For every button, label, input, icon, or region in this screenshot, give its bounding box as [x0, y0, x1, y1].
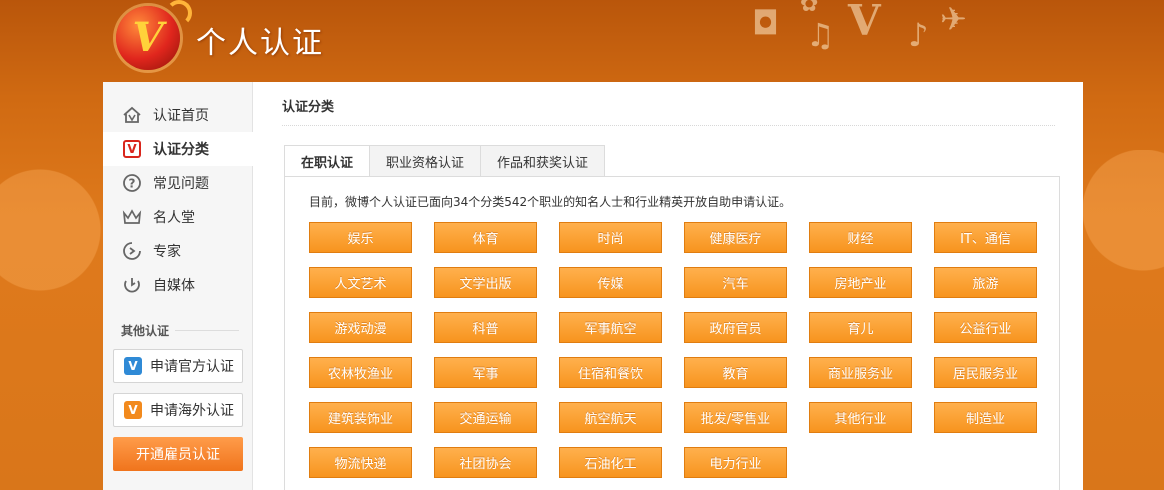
background-cloud-left — [0, 150, 103, 490]
category-button[interactable]: 传媒 — [559, 267, 662, 298]
sidebar-item-self-media[interactable]: 自媒体 — [103, 268, 252, 302]
category-button[interactable]: 社团协会 — [434, 447, 537, 478]
tab-employment[interactable]: 在职认证 — [284, 145, 371, 177]
apply-overseas-label: 申请海外认证 — [150, 403, 234, 419]
category-button[interactable]: 娱乐 — [309, 222, 412, 253]
category-button[interactable]: 建筑装饰业 — [309, 402, 412, 433]
expert-icon — [121, 240, 143, 262]
camera-icon: ◘ — [752, 4, 779, 42]
apply-official-button[interactable]: V 申请官方认证 — [113, 349, 243, 383]
category-button[interactable]: 健康医疗 — [684, 222, 787, 253]
sidebar-item-label: 专家 — [153, 244, 181, 260]
v-deco-icon: V — [848, 0, 881, 45]
content-container: 认证首页 V 认证分类 ? 常见问题 名人堂 专家 自媒体 其他认证 V 申请官… — [103, 82, 1083, 490]
category-button[interactable]: 居民服务业 — [934, 357, 1037, 388]
apply-official-label: 申请官方认证 — [150, 359, 234, 375]
background-cloud-right — [1083, 150, 1164, 490]
sidebar-item-hall-of-fame[interactable]: 名人堂 — [103, 200, 252, 234]
category-button[interactable]: 房地产业 — [809, 267, 912, 298]
category-button[interactable]: 体育 — [434, 222, 537, 253]
sidebar-nav: 认证首页 V 认证分类 ? 常见问题 名人堂 专家 自媒体 — [103, 82, 254, 302]
category-button[interactable]: 农林牧渔业 — [309, 357, 412, 388]
intro-text: 目前，微博个人认证已面向34个分类542个职业的知名人士和行业精英开放自助申请认… — [309, 195, 792, 209]
category-button[interactable]: 商业服务业 — [809, 357, 912, 388]
sidebar-item-home[interactable]: 认证首页 — [103, 98, 252, 132]
category-button[interactable]: 住宿和餐饮 — [559, 357, 662, 388]
category-button[interactable]: 石油化工 — [559, 447, 662, 478]
airplane-icon: ✈ — [940, 0, 967, 38]
category-button[interactable]: 制造业 — [934, 402, 1037, 433]
sidebar: 认证首页 V 认证分类 ? 常见问题 名人堂 专家 自媒体 其他认证 V 申请官… — [103, 82, 254, 490]
employee-certification-button[interactable]: 开通雇员认证 — [113, 437, 243, 471]
category-button[interactable]: 人文艺术 — [309, 267, 412, 298]
category-button[interactable]: 育儿 — [809, 312, 912, 343]
signal-icon — [166, 0, 192, 26]
header: V 个人认证 ◘ ♫ V ♪ ✈ ✿ — [0, 0, 1164, 82]
crown-icon — [121, 206, 143, 228]
category-button[interactable]: 汽车 — [684, 267, 787, 298]
category-button[interactable]: 电力行业 — [684, 447, 787, 478]
category-button[interactable]: 财经 — [809, 222, 912, 253]
sidebar-item-label: 名人堂 — [153, 210, 195, 226]
category-button[interactable]: 公益行业 — [934, 312, 1037, 343]
tab-professional-qualification[interactable]: 职业资格认证 — [370, 145, 482, 177]
category-button[interactable]: 政府官员 — [684, 312, 787, 343]
category-button[interactable]: 游戏动漫 — [309, 312, 412, 343]
category-button[interactable]: 军事航空 — [559, 312, 662, 343]
category-button[interactable]: 交通运输 — [434, 402, 537, 433]
v-blue-icon: V — [124, 357, 142, 375]
category-button[interactable]: 教育 — [684, 357, 787, 388]
category-button[interactable]: 旅游 — [934, 267, 1037, 298]
svg-text:?: ? — [129, 177, 136, 191]
category-button[interactable]: 时尚 — [559, 222, 662, 253]
sidebar-item-label: 常见问题 — [153, 176, 209, 192]
section-title: 认证分类 — [282, 100, 335, 115]
category-button[interactable]: 其他行业 — [809, 402, 912, 433]
other-certification-title: 其他认证 — [121, 322, 239, 339]
tab-panel: 目前，微博个人认证已面向34个分类542个职业的知名人士和行业精英开放自助申请认… — [284, 176, 1060, 490]
category-button[interactable]: IT、通信 — [934, 222, 1037, 253]
sidebar-item-categories[interactable]: V 认证分类 — [103, 132, 254, 166]
page-title: 个人认证 — [196, 26, 324, 61]
sidebar-item-expert[interactable]: 专家 — [103, 234, 252, 268]
sidebar-item-label: 认证首页 — [153, 108, 209, 124]
sidebar-item-faq[interactable]: ? 常见问题 — [103, 166, 252, 200]
logo-letter: V — [132, 14, 164, 61]
category-button[interactable]: 航空航天 — [559, 402, 662, 433]
main-content: 认证分类 在职认证 职业资格认证 作品和获奖认证 目前，微博个人认证已面向34个… — [254, 82, 1083, 490]
divider — [282, 125, 1055, 126]
sidebar-item-label: 自媒体 — [153, 278, 195, 294]
category-button[interactable]: 批发/零售业 — [684, 402, 787, 433]
house-v-icon — [121, 104, 143, 126]
category-button[interactable]: 物流快递 — [309, 447, 412, 478]
question-icon: ? — [121, 172, 143, 194]
gear-deco-icon: ✿ — [800, 0, 819, 17]
v-badge-icon: V — [121, 138, 143, 160]
apply-overseas-button[interactable]: V 申请海外认证 — [113, 393, 243, 427]
tab-works-and-awards[interactable]: 作品和获奖认证 — [481, 145, 606, 177]
tab-bar: 在职认证 职业资格认证 作品和获奖认证 — [284, 145, 606, 177]
sidebar-item-label: 认证分类 — [153, 142, 209, 158]
self-media-icon — [121, 274, 143, 296]
music-note-icon: ♫ — [806, 16, 835, 54]
category-button[interactable]: 科普 — [434, 312, 537, 343]
category-button[interactable]: 军事 — [434, 357, 537, 388]
category-button[interactable]: 文学出版 — [434, 267, 537, 298]
v-orange-icon: V — [124, 401, 142, 419]
microphone-icon: ♪ — [908, 16, 929, 54]
